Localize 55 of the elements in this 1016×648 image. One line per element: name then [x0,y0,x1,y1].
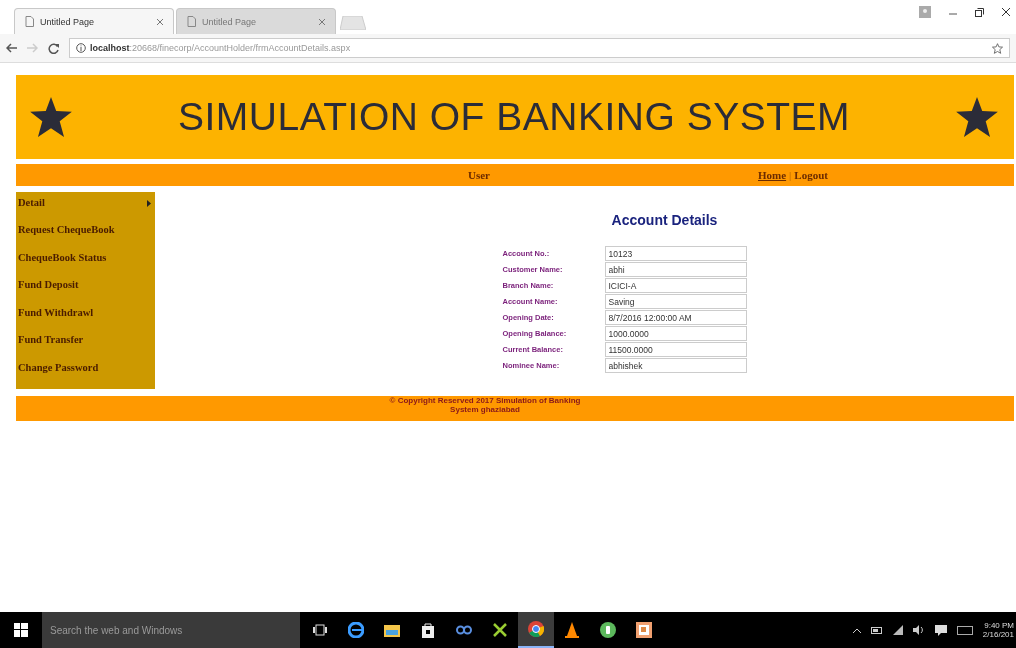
reload-icon[interactable] [48,42,59,54]
browser-e-icon[interactable] [348,622,364,638]
page-heading: Account Details [611,212,718,228]
taskbar-app[interactable] [518,612,554,648]
keyboard-icon[interactable] [956,625,973,635]
input-field[interactable]: 8/7/2016 12:00:00 AM [604,310,747,325]
address-bar[interactable]: localhost:20668/finecorp/AccountHolder/frmAccountDetails.aspx [69,38,1010,58]
separator-text: | [789,169,792,181]
shopping-bag-icon[interactable] [421,622,435,638]
input-field[interactable]: abhi [604,262,747,277]
restore-icon[interactable] [975,7,984,17]
copyright-text: © Copyright Reserved 2017 Simulation of Banking System ghaziabad [388,396,582,416]
network-icon[interactable] [892,625,903,635]
speaker-icon[interactable] [912,625,925,635]
sidebar-item[interactable]: Fund Deposit [16,279,155,307]
nav-link[interactable]: Home [758,169,787,181]
site-title: SIMULATION OF BANKING SYSTEM [178,95,850,139]
input-field[interactable]: Saving [604,294,747,309]
message-icon[interactable] [934,624,947,636]
sidebar-item[interactable]: ChequeBook Status [16,251,155,280]
page-icon [187,16,196,27]
phone-icon[interactable] [600,622,616,638]
url-text: localhost:20668/finecorp/AccountHolder/frmAccountDetails.aspx [90,43,351,53]
folder-icon[interactable] [384,623,400,637]
search-field[interactable]: Search the web and Windows [42,612,300,648]
sidebar-item[interactable]: Change Password [16,361,155,389]
traffic-cone-icon[interactable] [565,622,579,638]
input-field[interactable]: abhishek [604,358,747,373]
input-field[interactable]: ICICI-A [604,278,747,293]
sidebar-item[interactable]: Request ChequeBook [16,224,155,252]
clock-time[interactable]: 9:40 PM [984,621,1014,630]
chrome-icon[interactable] [528,621,544,637]
star-icon [956,97,998,137]
sidebar-item[interactable]: Fund Withdrawl [16,306,155,335]
sidebar-item[interactable]: Detail [16,197,155,225]
page-icon [25,16,34,27]
tools-icon[interactable] [492,622,508,638]
sidebar-item[interactable]: Fund Transfer [16,334,155,362]
nav-link[interactable]: Logout [794,169,828,181]
star-icon [30,97,72,137]
browser-tab[interactable]: Untitled Page [14,8,174,34]
user-role-text: User [468,169,490,181]
chevron-up-icon[interactable] [852,627,861,633]
close-icon[interactable] [1002,8,1010,16]
task-view-icon[interactable] [313,624,327,636]
windows-start-icon[interactable] [14,623,28,637]
star-outline-icon[interactable] [992,42,1003,54]
infinity-icon[interactable] [456,625,472,635]
info-icon[interactable] [76,43,86,53]
input-field[interactable]: 11500.0000 [604,342,747,357]
clock-date[interactable]: 2/16/201 [982,630,1014,639]
back-arrow-icon[interactable] [6,43,17,53]
input-field[interactable]: 10123 [604,246,747,261]
input-field[interactable]: 1000.0000 [604,326,747,341]
battery-icon[interactable] [870,626,883,634]
